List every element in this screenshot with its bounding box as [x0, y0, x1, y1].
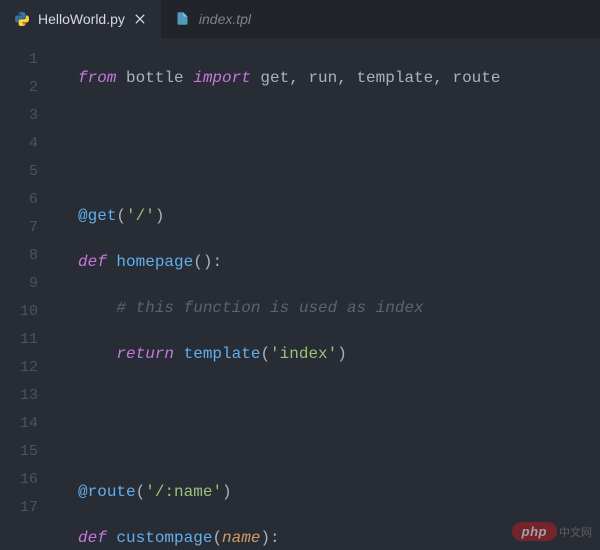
- code-line: # this function is used as index: [78, 294, 600, 322]
- editor-area: 1 2 3 4 5 6 7 8 9 10 11 12 13 14 15 16 1…: [0, 38, 600, 550]
- line-number: 5: [0, 158, 58, 186]
- python-file-icon: [14, 11, 30, 27]
- line-number: 4: [0, 130, 58, 158]
- code-line: @get('/'): [78, 202, 600, 230]
- line-number: 9: [0, 270, 58, 298]
- code-line: from bottle import get, run, template, r…: [78, 64, 600, 92]
- line-number: 15: [0, 438, 58, 466]
- line-number: 1: [0, 46, 58, 74]
- line-number-gutter: 1 2 3 4 5 6 7 8 9 10 11 12 13 14 15 16 1…: [0, 38, 58, 550]
- tab-label: index.tpl: [199, 11, 251, 27]
- line-number: 17: [0, 494, 58, 522]
- tab-bar: HelloWorld.py index.tpl: [0, 0, 600, 38]
- line-number: 13: [0, 382, 58, 410]
- generic-file-icon: [175, 11, 191, 27]
- tab-index-tpl[interactable]: index.tpl: [161, 0, 265, 38]
- close-icon[interactable]: [133, 12, 147, 26]
- line-number: 8: [0, 242, 58, 270]
- code-line: [78, 386, 600, 414]
- code-line: def custompage(name):: [78, 524, 600, 550]
- tab-helloworld-py[interactable]: HelloWorld.py: [0, 0, 161, 38]
- line-number: 3: [0, 102, 58, 130]
- line-number: 6: [0, 186, 58, 214]
- code-line: return template('index'): [78, 340, 600, 368]
- line-number: 14: [0, 410, 58, 438]
- line-number: 11: [0, 326, 58, 354]
- line-number: 2: [0, 74, 58, 102]
- line-number: 10: [0, 298, 58, 326]
- line-number: 7: [0, 214, 58, 242]
- code-line: def homepage():: [78, 248, 600, 276]
- code-line: [78, 156, 600, 184]
- line-number: 16: [0, 466, 58, 494]
- code-line: [78, 432, 600, 460]
- line-number: 12: [0, 354, 58, 382]
- code-content[interactable]: from bottle import get, run, template, r…: [58, 38, 600, 550]
- code-line: [78, 110, 600, 138]
- tab-label: HelloWorld.py: [38, 11, 125, 27]
- code-line: @route('/:name'): [78, 478, 600, 506]
